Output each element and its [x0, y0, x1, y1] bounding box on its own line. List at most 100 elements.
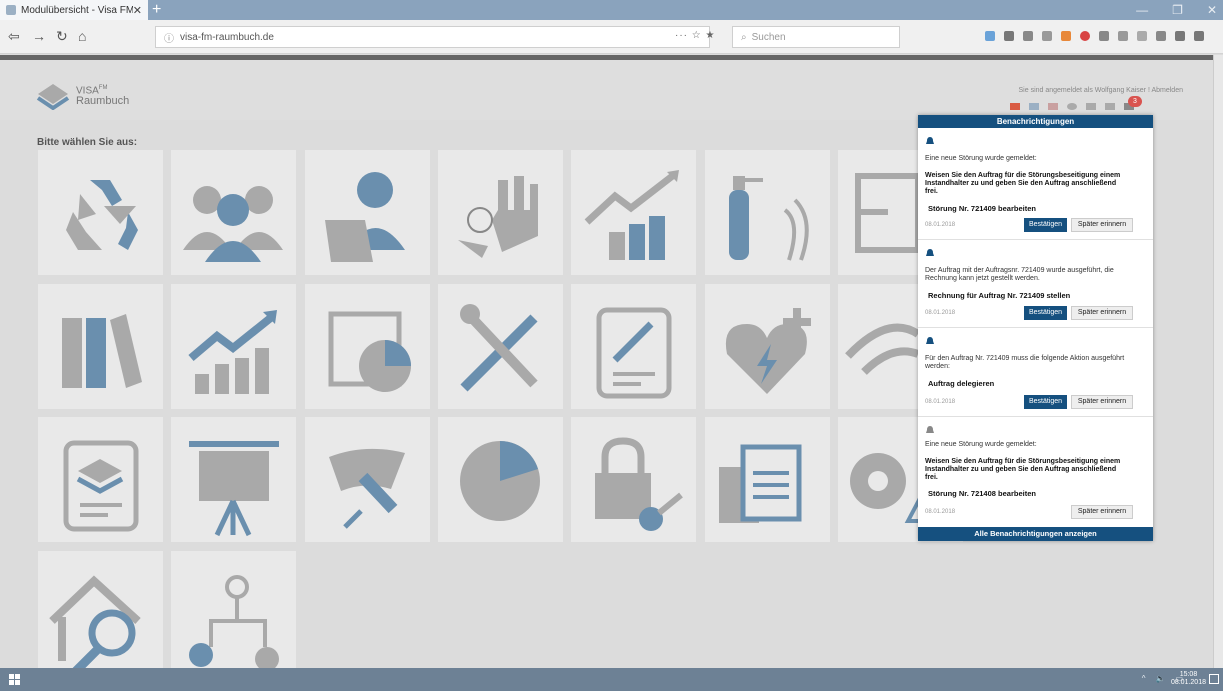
notification-item: Der Auftrag mit der Auftragsnr. 721409 w…: [918, 241, 1153, 328]
close-tab-icon[interactable]: ✕: [133, 4, 142, 17]
tile-finance[interactable]: [571, 150, 696, 275]
tile-workflow[interactable]: [171, 551, 296, 668]
notification-message: Der Auftrag mit der Auftragsnr. 721409 w…: [925, 267, 1114, 282]
scrollbar[interactable]: [1213, 55, 1223, 668]
extension-icon[interactable]: [1061, 31, 1071, 41]
reload-icon[interactable]: ↻: [56, 28, 68, 45]
menu-icon[interactable]: [1194, 31, 1204, 41]
tile-growth[interactable]: [171, 284, 296, 409]
tab-title: Modulübersicht - Visa FM Rau: [21, 4, 133, 16]
tile-binders[interactable]: [38, 284, 163, 409]
action-center-icon[interactable]: [1209, 674, 1219, 684]
overflow-icon[interactable]: [1175, 31, 1185, 41]
app-header: VISAFM Raumbuch Sie sind angemeldet als …: [0, 60, 1213, 120]
rss-icon[interactable]: [1086, 103, 1096, 110]
home-icon[interactable]: ⌂: [78, 28, 86, 44]
remind-later-button[interactable]: Später erinnern: [1071, 306, 1133, 320]
clock[interactable]: 15:08 08.01.2018: [1171, 671, 1206, 687]
show-all-notifications-button[interactable]: Alle Benachrichtigungen anzeigen: [918, 527, 1153, 541]
tile-lock[interactable]: [571, 417, 696, 542]
window-controls: — ❐ ✕: [1136, 3, 1217, 17]
tile-defibrillator[interactable]: [705, 284, 830, 409]
screenshot-icon[interactable]: [1099, 31, 1109, 41]
remind-later-button[interactable]: Später erinnern: [1071, 505, 1133, 519]
info-icon[interactable]: ⓘ: [164, 30, 174, 45]
settings-icon[interactable]: [1067, 103, 1077, 110]
help-icon[interactable]: [1105, 103, 1115, 110]
notification-instruction: Weisen Sie den Auftrag für die Störungsb…: [925, 172, 1121, 195]
tile-pie[interactable]: [438, 417, 563, 542]
browser-tab[interactable]: Modulübersicht - Visa FM Rau ✕: [0, 0, 148, 20]
tile-floor-pie[interactable]: [305, 284, 430, 409]
notifications-panel: Benachrichtigungen Eine neue Störung wur…: [918, 115, 1153, 541]
tile-tools[interactable]: [438, 284, 563, 409]
clock-date: 08.01.2018: [1170, 679, 1206, 686]
back-icon[interactable]: ⇦: [8, 28, 20, 45]
blocker-icon[interactable]: [1080, 31, 1090, 41]
notification-action[interactable]: Auftrag delegieren: [928, 379, 994, 388]
notification-message: Eine neue Störung wurde gemeldet:: [925, 441, 1037, 448]
remind-later-button[interactable]: Später erinnern: [1071, 395, 1133, 409]
minimize-icon[interactable]: —: [1136, 3, 1148, 17]
page-title: Bitte wählen Sie aus:: [37, 137, 138, 148]
recycle-icon: [66, 180, 138, 250]
confirm-button[interactable]: Bestätigen: [1024, 218, 1067, 232]
login-text: Sie sind angemeldet als Wolfgang Kaiser …: [1018, 87, 1150, 94]
browser-tabbar: Modulübersicht - Visa FM Rau ✕ + — ❐ ✕: [0, 0, 1223, 20]
presentation-icon: [189, 441, 279, 537]
tools-icon[interactable]: [1042, 31, 1052, 41]
windows-start-icon[interactable]: [9, 674, 20, 685]
url-text: visa-fm-raumbuch.de: [180, 31, 274, 43]
flag-gb-icon[interactable]: [1029, 103, 1039, 110]
maximize-icon[interactable]: ❐: [1172, 3, 1183, 17]
tile-layers[interactable]: [38, 417, 163, 542]
notification-item: Für den Auftrag Nr. 721409 muss die folg…: [918, 329, 1153, 417]
bell-icon: [926, 426, 934, 433]
logout-link[interactable]: Abmelden: [1151, 87, 1183, 94]
search-input[interactable]: ⌕ Suchen: [732, 26, 900, 48]
tile-stop[interactable]: [438, 150, 563, 275]
remind-later-button[interactable]: Später erinnern: [1071, 218, 1133, 232]
notification-date: 08.01.2018: [925, 222, 956, 228]
confirm-button[interactable]: Bestätigen: [1024, 306, 1067, 320]
volume-icon[interactable]: 🔈: [1155, 674, 1165, 683]
pie-chart-icon: [460, 441, 540, 521]
library-icon[interactable]: [1023, 31, 1033, 41]
tile-user[interactable]: [305, 150, 430, 275]
flag-de-icon[interactable]: [1010, 103, 1020, 110]
tile-presentation[interactable]: [171, 417, 296, 542]
download-icon[interactable]: [985, 31, 995, 41]
tile-maintenance[interactable]: [571, 284, 696, 409]
tile-fire[interactable]: [705, 150, 830, 275]
chevron-up-icon[interactable]: ^: [1142, 674, 1146, 683]
notification-action[interactable]: Störung Nr. 721408 bearbeiten: [928, 489, 1036, 498]
extension-icon-4[interactable]: [1156, 31, 1166, 41]
print-icon[interactable]: [1004, 31, 1014, 41]
notification-item: Eine neue Störung wurde gemeldet: Weisen…: [918, 129, 1153, 240]
logo-subtitle: Raumbuch: [76, 95, 130, 108]
tile-recycle[interactable]: [38, 150, 163, 275]
forward-icon[interactable]: →: [32, 28, 46, 44]
favicon-icon: [6, 5, 16, 15]
tile-documents[interactable]: [705, 417, 830, 542]
team-icon: [183, 186, 283, 262]
notification-message: Für den Auftrag Nr. 721409 muss die folg…: [925, 355, 1125, 370]
user-laptop-icon: [325, 172, 405, 262]
growth-chart-icon: [188, 310, 277, 394]
browser-navbar: ⇦ → ↻ ⌂ ⓘ visa-fm-raumbuch.de ··· ☆ ★ ⌕ …: [0, 20, 1223, 54]
tile-team[interactable]: [171, 150, 296, 275]
new-tab-button[interactable]: +: [152, 1, 161, 19]
url-bar[interactable]: ⓘ visa-fm-raumbuch.de: [155, 26, 710, 48]
notification-badge: 3: [1128, 96, 1142, 107]
close-window-icon[interactable]: ✕: [1207, 3, 1217, 17]
extension-icon-3[interactable]: [1137, 31, 1147, 41]
tile-house-search[interactable]: [38, 551, 163, 668]
tile-cleaning[interactable]: [305, 417, 430, 542]
confirm-button[interactable]: Bestätigen: [1024, 395, 1067, 409]
notification-action[interactable]: Störung Nr. 721409 bearbeiten: [928, 204, 1036, 213]
bell-icon: [926, 337, 934, 344]
page-actions-icon[interactable]: ··· ☆ ★: [675, 30, 715, 41]
notification-action[interactable]: Rechnung für Auftrag Nr. 721409 stellen: [928, 291, 1070, 300]
flag-fr-icon[interactable]: [1048, 103, 1058, 110]
extension-icon-2[interactable]: [1118, 31, 1128, 41]
